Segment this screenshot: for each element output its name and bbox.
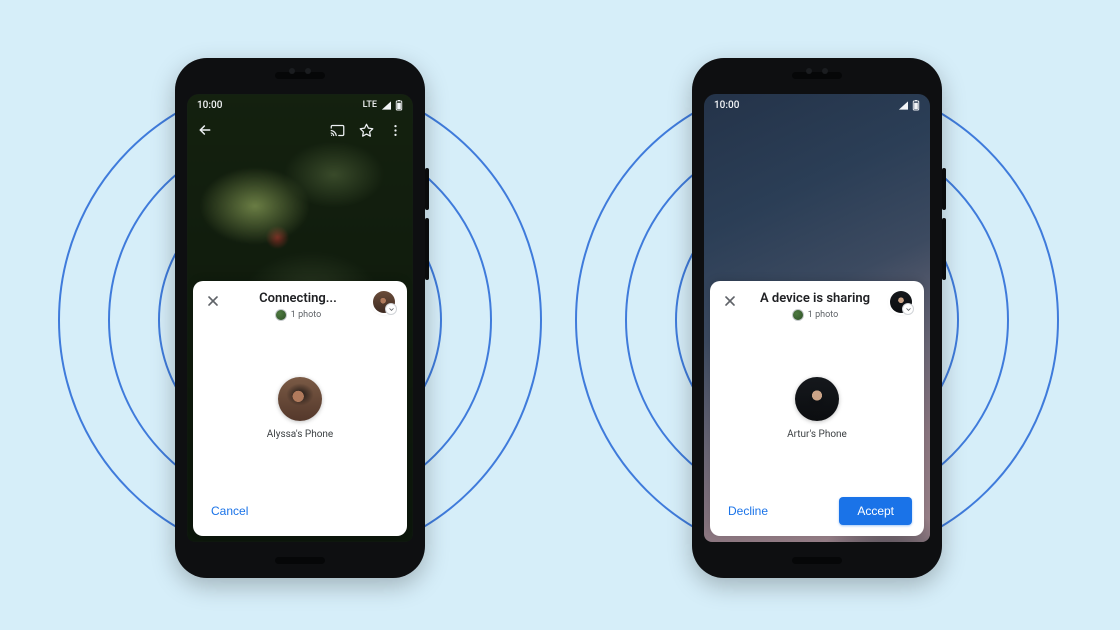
sheet-sub-label: 1 photo xyxy=(291,310,321,320)
phone-receiver: 10:00 A device is sharing 1 p xyxy=(692,58,942,578)
power-button xyxy=(425,168,429,210)
signal-icon xyxy=(381,101,391,110)
sheet-title: A device is sharing xyxy=(740,291,890,307)
battery-icon xyxy=(912,100,920,111)
star-icon[interactable] xyxy=(359,123,374,138)
power-button xyxy=(942,168,946,210)
phone-sensors xyxy=(806,68,828,74)
contact-avatar[interactable] xyxy=(278,377,322,421)
close-icon[interactable] xyxy=(205,293,223,311)
account-avatar[interactable] xyxy=(373,291,395,313)
status-time: 10:00 xyxy=(197,100,222,111)
decline-button[interactable]: Decline xyxy=(722,500,774,522)
photo-thumbnail-icon xyxy=(792,309,804,321)
back-icon[interactable] xyxy=(197,122,213,138)
phone-screen: 10:00 A device is sharing 1 p xyxy=(704,94,930,542)
sheet-title: Connecting... xyxy=(223,291,373,307)
close-icon[interactable] xyxy=(722,293,740,311)
signal-icon xyxy=(898,101,908,110)
status-bar: 10:00 xyxy=(704,94,930,116)
phone-sensors xyxy=(289,68,311,74)
account-switch-icon xyxy=(902,303,914,315)
overflow-icon[interactable] xyxy=(388,123,403,138)
status-right: LTE xyxy=(363,100,403,111)
battery-icon xyxy=(395,100,403,111)
sheet-subtitle: 1 photo xyxy=(740,309,890,321)
network-label: LTE xyxy=(363,100,377,110)
phone-screen: 10:00 LTE xyxy=(187,94,413,542)
contact-name: Alyssa's Phone xyxy=(267,429,333,440)
cast-icon[interactable] xyxy=(330,123,345,138)
share-sheet-receiver: A device is sharing 1 photo Art xyxy=(710,281,924,536)
photo-toolbar xyxy=(187,116,413,144)
share-sheet-sender: Connecting... 1 photo Alyssa's xyxy=(193,281,407,536)
account-switch-icon xyxy=(385,303,397,315)
sheet-subtitle: 1 photo xyxy=(223,309,373,321)
contact-avatar[interactable] xyxy=(795,377,839,421)
accept-button[interactable]: Accept xyxy=(839,497,912,525)
phone-sender: 10:00 LTE xyxy=(175,58,425,578)
sheet-sub-label: 1 photo xyxy=(808,310,838,320)
volume-button xyxy=(425,218,429,280)
account-avatar[interactable] xyxy=(890,291,912,313)
photo-thumbnail-icon xyxy=(275,309,287,321)
illustration-stage: 10:00 LTE xyxy=(0,0,1120,630)
status-right xyxy=(898,100,920,111)
contact-name: Artur's Phone xyxy=(787,429,847,440)
cancel-button[interactable]: Cancel xyxy=(205,500,254,522)
volume-button xyxy=(942,218,946,280)
status-bar: 10:00 LTE xyxy=(187,94,413,116)
status-time: 10:00 xyxy=(714,100,739,111)
